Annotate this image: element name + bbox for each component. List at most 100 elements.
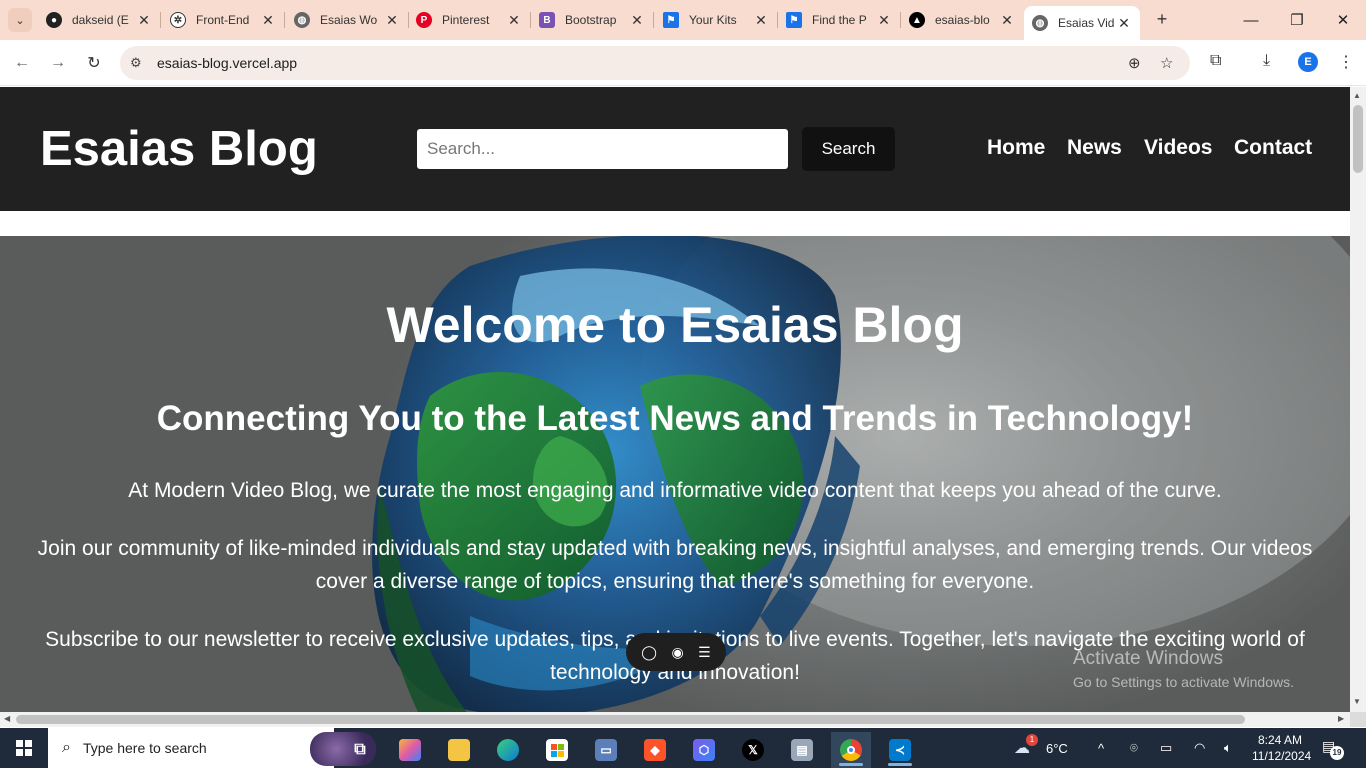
profile-avatar[interactable]: E: [1298, 52, 1318, 72]
restore-button[interactable]: ❐: [1274, 0, 1320, 40]
scroll-up-icon[interactable]: ▲: [1353, 91, 1361, 100]
taskbar-app-copilot-2[interactable]: ⬡: [684, 732, 724, 768]
taskbar-app-edge[interactable]: [488, 732, 528, 768]
reload-button[interactable]: ↻: [82, 51, 106, 75]
hero-paragraph: Join our community of like-minded indivi…: [37, 537, 1313, 593]
taskbar-app-brave[interactable]: ◆: [635, 732, 675, 768]
weather-widget[interactable]: ☁ 1 6°C: [1014, 728, 1068, 768]
clock-date: 11/12/2024: [1252, 749, 1312, 763]
scroll-right-icon[interactable]: ▶: [1338, 714, 1344, 723]
notification-center[interactable]: ▤ 19: [1322, 738, 1344, 760]
nav-contact[interactable]: Contact: [1234, 136, 1312, 160]
weather-temp: 6°C: [1046, 740, 1068, 756]
hero-paragraph: At Modern Video Blog, we curate the most…: [128, 479, 1222, 502]
hero-subtitle: Connecting You to the Latest News and Tr…: [156, 399, 1194, 438]
cloud-icon: ☁ 1: [1014, 734, 1038, 758]
taskbar-app-explorer[interactable]: [439, 732, 479, 768]
tab-search-button[interactable]: ⌄: [8, 8, 32, 32]
copilot-icon: [399, 739, 421, 761]
watermark-subtitle: Go to Settings to activate Windows.: [1073, 674, 1294, 690]
eye-icon[interactable]: ◉: [671, 644, 683, 661]
browser-tab[interactable]: ✲ Front-End ✕: [162, 6, 285, 34]
close-icon[interactable]: ✕: [384, 12, 400, 29]
system-clock[interactable]: 8:24 AM 11/12/2024: [1252, 732, 1312, 764]
close-icon[interactable]: ✕: [876, 12, 892, 29]
meet-now-icon[interactable]: ⌾: [1130, 728, 1138, 768]
nav-home[interactable]: Home: [987, 136, 1045, 160]
browser-tab[interactable]: ● dakseid (E ✕: [38, 6, 161, 34]
search-input[interactable]: [417, 129, 788, 169]
taskbar-app-monitor[interactable]: ▤: [782, 732, 822, 768]
site-info-icon[interactable]: ⚙: [130, 55, 142, 71]
zoom-icon[interactable]: ⊕: [1128, 54, 1141, 72]
brave-icon: ◆: [644, 739, 666, 761]
tab-title: dakseid (E: [72, 13, 129, 27]
scroll-left-icon[interactable]: ◀: [4, 714, 10, 723]
battery-icon[interactable]: ▭: [1160, 728, 1172, 768]
close-icon[interactable]: ✕: [1116, 15, 1132, 32]
folder-icon: [448, 739, 470, 761]
browser-tab[interactable]: ▲ esaias-blo ✕: [901, 6, 1023, 34]
volume-icon[interactable]: 🔈︎: [1224, 728, 1232, 768]
vertical-scrollbar[interactable]: ▲ ▼: [1350, 87, 1366, 712]
scroll-down-icon[interactable]: ▼: [1353, 697, 1361, 706]
flag-icon: ⚑: [663, 12, 679, 28]
browser-tab[interactable]: ⚑ Your Kits ✕: [655, 6, 778, 34]
browser-tab[interactable]: ⚑ Find the P ✕: [778, 6, 901, 34]
browser-tab[interactable]: P Pinterest ✕: [408, 6, 531, 34]
site-brand[interactable]: Esaias Blog: [40, 121, 318, 177]
hero-title: Welcome to Esaias Blog: [386, 297, 964, 353]
taskbar-app-store[interactable]: [537, 732, 577, 768]
close-icon[interactable]: ✕: [260, 12, 276, 29]
url-text[interactable]: esaias-blog.vercel.app: [157, 55, 297, 71]
taskbar-app-chrome[interactable]: [831, 732, 871, 768]
scrollbar-corner: [1350, 712, 1366, 727]
scrollbar-thumb[interactable]: [1353, 105, 1363, 173]
taskbar-app-remote[interactable]: ▭: [586, 732, 626, 768]
site-header: Esaias Blog Search Home News Videos Cont…: [0, 87, 1350, 211]
chrome-icon: [840, 739, 862, 761]
download-icon[interactable]: ⤓: [1263, 52, 1270, 70]
show-hidden-icons[interactable]: ^: [1098, 728, 1104, 768]
back-button[interactable]: ←: [10, 51, 34, 75]
extensions-icon[interactable]: ⧉: [1210, 52, 1221, 70]
notification-count: 19: [1330, 746, 1344, 760]
taskbar-app-vscode[interactable]: ≺: [880, 732, 920, 768]
close-icon[interactable]: ✕: [506, 12, 522, 29]
scrollbar-thumb[interactable]: [16, 715, 1245, 724]
close-icon[interactable]: ✕: [999, 12, 1015, 29]
window-close-button[interactable]: ✕: [1320, 0, 1366, 40]
bootstrap-icon: B: [539, 12, 555, 28]
nav-videos[interactable]: Videos: [1144, 136, 1212, 160]
forward-button[interactable]: →: [46, 51, 70, 75]
task-view-button[interactable]: ⧉: [340, 732, 380, 768]
tab-title: Front-End: [196, 13, 250, 27]
new-tab-button[interactable]: +: [1150, 8, 1174, 32]
bookmark-star-icon[interactable]: ☆: [1160, 54, 1173, 72]
search-button[interactable]: Search: [802, 127, 895, 171]
taskbar-app-x[interactable]: 𝕏: [733, 732, 773, 768]
nav-news[interactable]: News: [1067, 136, 1122, 160]
close-icon[interactable]: ✕: [753, 12, 769, 29]
close-icon[interactable]: ✕: [136, 12, 152, 29]
browser-tab[interactable]: ◍ Esaias Wo ✕: [286, 6, 409, 34]
taskbar-search[interactable]: ⌕ Type here to search: [48, 728, 376, 768]
horizontal-scrollbar[interactable]: ◀ ▶: [0, 712, 1350, 727]
list-icon[interactable]: ☰: [698, 644, 711, 661]
address-bar[interactable]: ⚙ esaias-blog.vercel.app ⊕ ☆: [120, 46, 1190, 80]
pinterest-icon: P: [416, 12, 432, 28]
chat-icon[interactable]: ◯: [641, 644, 657, 661]
minimize-button[interactable]: —: [1228, 0, 1274, 40]
browser-tab-active[interactable]: ◍ Esaias Vid ✕: [1024, 6, 1140, 40]
close-icon[interactable]: ✕: [629, 12, 645, 29]
wifi-icon[interactable]: ◠: [1194, 728, 1205, 768]
browser-toolbar: ← → ↻ ⚙ esaias-blog.vercel.app ⊕ ☆ ⧉ ⤓ E…: [0, 40, 1366, 86]
tab-title: Bootstrap: [565, 13, 617, 27]
browser-tab[interactable]: B Bootstrap ✕: [531, 6, 654, 34]
globe-icon: ◍: [1032, 15, 1048, 31]
tab-title: Your Kits: [689, 13, 737, 27]
menu-icon[interactable]: ⋮: [1338, 52, 1354, 72]
x-icon: 𝕏: [742, 739, 764, 761]
start-button[interactable]: [0, 728, 48, 768]
taskbar-app-copilot[interactable]: [390, 732, 430, 768]
